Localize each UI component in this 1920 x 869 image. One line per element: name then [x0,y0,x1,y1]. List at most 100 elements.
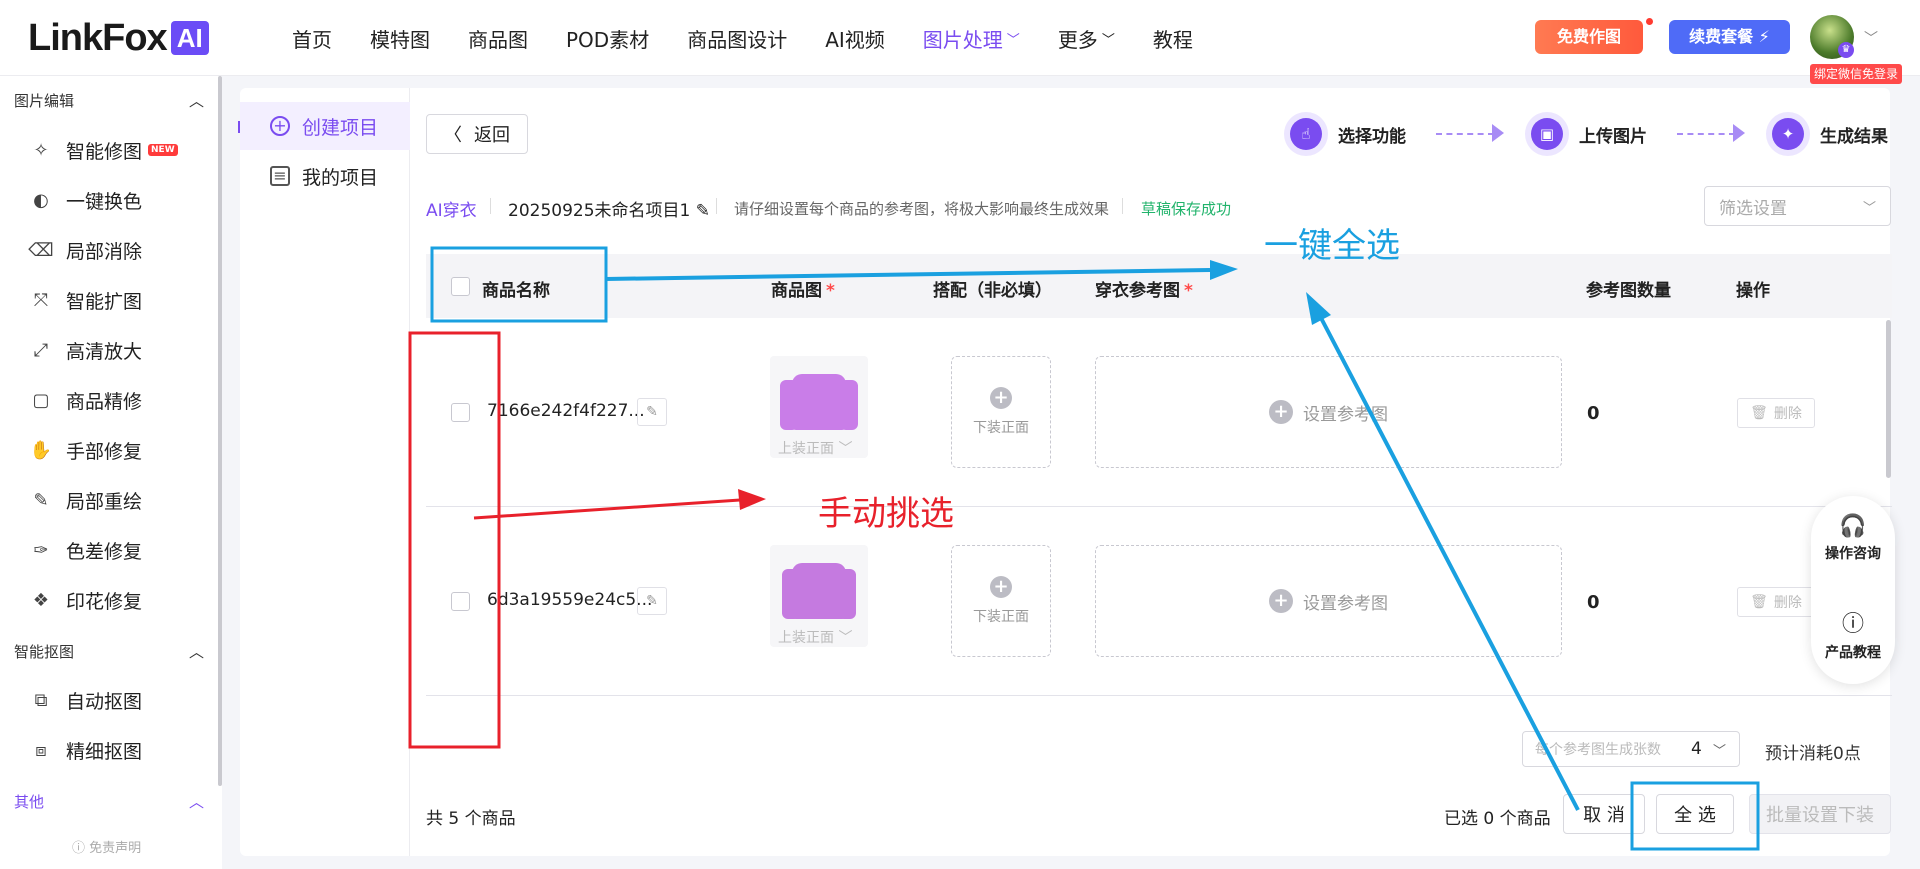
chevron-down-icon[interactable]: ﹀ [1864,28,1878,48]
auto-cutout-icon: ⧉ [34,689,48,711]
sidebar-item-hand-fix[interactable]: ✋ 手部修复 [30,430,142,470]
image-type-label[interactable]: 上装正面 ﹀ [778,627,852,647]
select-all-button[interactable]: 全 选 [1656,794,1734,834]
plus-icon: + [990,576,1012,598]
edit-icon[interactable]: ✎ [696,201,710,221]
info-icon: ⓘ [72,841,86,856]
sidebar-item-color-fix[interactable]: ✑ 色差修复 [30,530,142,570]
nav-pod[interactable]: POD素材 [566,24,649,53]
nav-product[interactable]: 商品图 [468,24,528,53]
tutorial-button[interactable]: ⓘ 产品教程 [1811,606,1895,662]
trash-icon: 🗑 [1750,405,1768,421]
sidebar-item-erase[interactable]: ⌫ 局部消除 [28,230,142,270]
set-reference-slot[interactable]: + 设置参考图 [1095,356,1562,468]
plus-circle-icon: + [270,116,290,136]
my-projects-item[interactable]: ≡ 我的项目 [240,152,410,200]
sidebar-item-upscale[interactable]: ⤢ 高清放大 [30,330,142,370]
selected-count: 已选 0 个商品 [1444,809,1551,829]
create-project-item[interactable]: + 创建项目 [240,102,410,150]
sidebar-item-color-swap[interactable]: ◐ 一键换色 [30,180,142,220]
filter-select[interactable]: 筛选设置 ﹀ [1704,186,1891,226]
nav-home[interactable]: 首页 [292,24,332,53]
product-thumbnail[interactable]: 上装正面 ﹀ [770,356,868,458]
chevron-up-icon: ︿ [188,92,204,110]
sidebar-section-image-edit[interactable]: 图片编辑 ︿ [14,90,204,111]
fine-cutout-icon: ⧈ [35,739,47,761]
color-swap-icon: ◐ [33,189,49,211]
delete-button[interactable]: 🗑 删除 [1737,587,1815,617]
nav-design[interactable]: 商品图设计 [687,24,787,53]
chevron-left-icon: 〈 [444,125,462,146]
new-badge: NEW [148,144,178,156]
row-divider [426,506,1892,507]
sidebar-item-fine-cutout[interactable]: ⧈ 精细抠图 [30,730,142,770]
set-reference-slot[interactable]: + 设置参考图 [1095,545,1562,657]
row-checkbox[interactable] [451,403,470,422]
project-column [240,88,410,856]
product-name: 6d3a19559e24c5... [487,590,653,610]
delete-button[interactable]: 🗑 删除 [1737,398,1815,428]
sidebar-item-pattern-fix[interactable]: ❖ 印花修复 [30,580,142,620]
nav-ai-video[interactable]: AI视频 [825,24,885,53]
disclaimer-link[interactable]: ⓘ 免责声明 [72,837,141,856]
chevron-down-icon: ﹀ [1101,32,1115,48]
step-upload-image: ▣ 上传图片 [1525,112,1647,156]
hand-icon: ✋ [29,439,53,461]
trash-icon: 🗑 [1750,594,1768,610]
sidebar-section-other[interactable]: 其他 ︿ [14,791,204,812]
sidebar-item-repaint[interactable]: ✎ 局部重绘 [30,480,142,520]
cancel-button[interactable]: 取 消 [1563,794,1645,834]
edit-icon[interactable]: ✎ [637,398,667,426]
pointer-icon: ☝ [1290,118,1322,150]
sidebar-item-smart-retouch[interactable]: ✧ 智能修图 NEW [30,130,178,170]
logo[interactable]: LinkFox AI [28,16,209,59]
step-arrow [1677,133,1735,135]
sidebar-section-cutout[interactable]: 智能抠图 ︿ [14,641,204,662]
wechat-login-tag[interactable]: 绑定微信免登录 [1810,64,1902,84]
images-per-ref-select[interactable]: 每个参考图生成张数 4 ﹀ [1522,731,1740,767]
divider [716,198,717,214]
sidebar-item-expand[interactable]: ⤧ 智能扩图 [30,280,142,320]
project-name[interactable]: 20250925未命名项目1 ✎ [508,196,710,221]
chevron-down-icon: ﹀ [1713,743,1727,759]
expand-icon: ⤧ [33,289,49,311]
back-button[interactable]: 〈返回 [426,114,528,154]
col-product-image: 商品图 * [771,281,835,301]
logo-text: LinkFox [28,16,168,59]
batch-set-bottom-button[interactable]: 批量设置下装 [1749,794,1891,834]
step-arrow [1436,133,1494,135]
nav-tutorial[interactable]: 教程 [1153,24,1193,53]
repaint-icon: ✎ [33,489,49,511]
add-bottom-slot[interactable]: + 下装正面 [951,356,1051,468]
free-draw-button[interactable]: 免费作图 [1535,20,1643,54]
sidebar-scrollbar[interactable] [218,76,222,786]
select-all-checkbox[interactable] [451,277,470,296]
headset-icon: 🎧 [1839,514,1867,539]
hint-text: 请仔细设置每个商品的参考图，将极大影响最终生成效果 [734,200,1110,218]
divider [1122,198,1123,214]
chevron-down-icon: ﹀ [1006,32,1020,48]
add-bottom-slot[interactable]: + 下装正面 [951,545,1051,657]
project-type-tag: AI穿衣 [426,201,477,221]
sidebar-item-product-retouch[interactable]: ▢ 商品精修 [30,380,142,420]
plus-icon: + [990,387,1012,409]
nav-image-processing[interactable]: 图片处理 ﹀ [923,24,1020,53]
col-ref-count: 参考图数量 [1586,281,1671,301]
table-scrollbar[interactable] [1886,320,1891,478]
product-thumbnail[interactable]: 上装正面 ﹀ [770,545,868,647]
step-arrow-head [1492,124,1504,142]
consult-button[interactable]: 🎧 操作咨询 [1811,514,1895,563]
sidebar-item-auto-cutout[interactable]: ⧉ 自动抠图 [30,680,142,720]
notification-dot [1646,18,1653,25]
row-checkbox[interactable] [451,592,470,611]
upload-image-icon: ▣ [1531,118,1563,150]
chevron-up-icon: ︿ [188,793,204,811]
nav-model[interactable]: 模特图 [370,24,430,53]
plus-icon: + [1269,589,1293,613]
renew-plan-button[interactable]: 续费套餐 ⚡ [1669,20,1790,54]
edit-icon[interactable]: ✎ [637,587,667,615]
image-type-label[interactable]: 上装正面 ﹀ [778,438,852,458]
color-fix-icon: ✑ [33,539,49,561]
nav-more[interactable]: 更多 ﹀ [1058,24,1115,53]
save-status: 草稿保存成功 [1141,200,1232,218]
